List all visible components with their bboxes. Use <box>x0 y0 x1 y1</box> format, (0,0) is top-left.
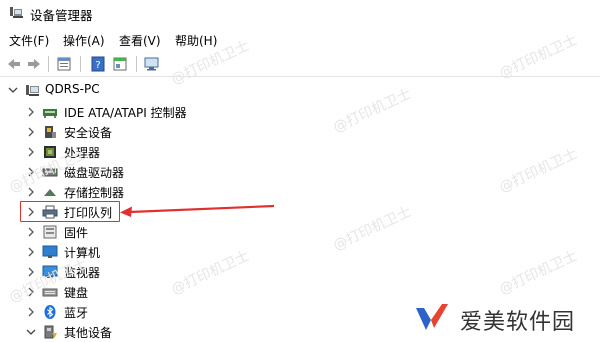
toolbar-separator <box>80 56 81 72</box>
tree-item-computer[interactable]: 计算机 <box>0 242 600 262</box>
forward-arrow-icon[interactable] <box>26 56 42 72</box>
root-label: QDRS-PC <box>45 82 100 96</box>
menu-view[interactable]: 查看(V) <box>119 32 161 49</box>
chevron-down-icon[interactable] <box>26 327 36 337</box>
annotation-box <box>20 201 120 222</box>
tree-item-label: 存储控制器 <box>64 186 125 200</box>
menu-help[interactable]: 帮助(H) <box>175 32 217 49</box>
brand-logo-icon <box>416 304 448 330</box>
computer-root-icon <box>26 85 39 96</box>
security-device-icon <box>45 126 56 138</box>
window-title: 设备管理器 <box>30 8 93 23</box>
update-driver-icon[interactable] <box>112 56 128 72</box>
scan-hardware-icon[interactable] <box>144 56 160 72</box>
menu-file[interactable]: 文件(F) <box>9 32 49 49</box>
firmware-icon <box>43 225 57 239</box>
brand-name: 爱美软件园 <box>460 310 576 335</box>
tree-item-label: 键盘 <box>64 286 89 300</box>
tree-item-ide[interactable]: IDE ATA/ATAPI 控制器 <box>0 102 600 122</box>
chevron-right-icon[interactable] <box>26 307 36 317</box>
annotation-arrow-icon <box>120 204 275 217</box>
toolbar-separator <box>48 56 49 72</box>
tree-item-processor[interactable]: 处理器 <box>0 142 600 162</box>
bluetooth-icon <box>44 305 56 319</box>
tree-item-label: 蓝牙 <box>64 306 89 320</box>
tree-root[interactable]: QDRS-PC <box>0 80 600 100</box>
other-devices-icon <box>44 325 57 339</box>
help-icon[interactable]: ? <box>90 56 106 72</box>
chevron-right-icon[interactable] <box>26 247 36 257</box>
tree-item-label: 固件 <box>64 226 89 240</box>
properties-icon[interactable] <box>56 56 72 72</box>
tree-item-label: 其他设备 <box>64 326 113 340</box>
chevron-right-icon[interactable] <box>26 127 36 137</box>
tree-item-label: IDE ATA/ATAPI 控制器 <box>64 106 187 120</box>
svg-text:?: ? <box>95 60 100 71</box>
toolbar-separator <box>136 56 137 72</box>
back-arrow-icon[interactable] <box>6 56 22 72</box>
chevron-right-icon[interactable] <box>26 107 36 117</box>
menu-action[interactable]: 操作(A) <box>63 32 105 49</box>
tree-item-security[interactable]: 安全设备 <box>0 122 600 142</box>
computer-icon <box>42 245 58 258</box>
menu-bar: 文件(F) 操作(A) 查看(V) 帮助(H) <box>0 30 600 50</box>
title-bar: 设备管理器 <box>0 0 600 26</box>
ide-controller-icon <box>43 109 57 118</box>
device-manager-icon <box>10 7 23 18</box>
chevron-right-icon[interactable] <box>26 227 36 237</box>
tree-item-label: 安全设备 <box>64 126 113 140</box>
storage-controller-icon <box>44 189 56 196</box>
tree-item-firmware[interactable]: 固件 <box>0 222 600 242</box>
chevron-down-icon[interactable] <box>8 85 18 95</box>
chevron-right-icon[interactable] <box>26 147 36 157</box>
